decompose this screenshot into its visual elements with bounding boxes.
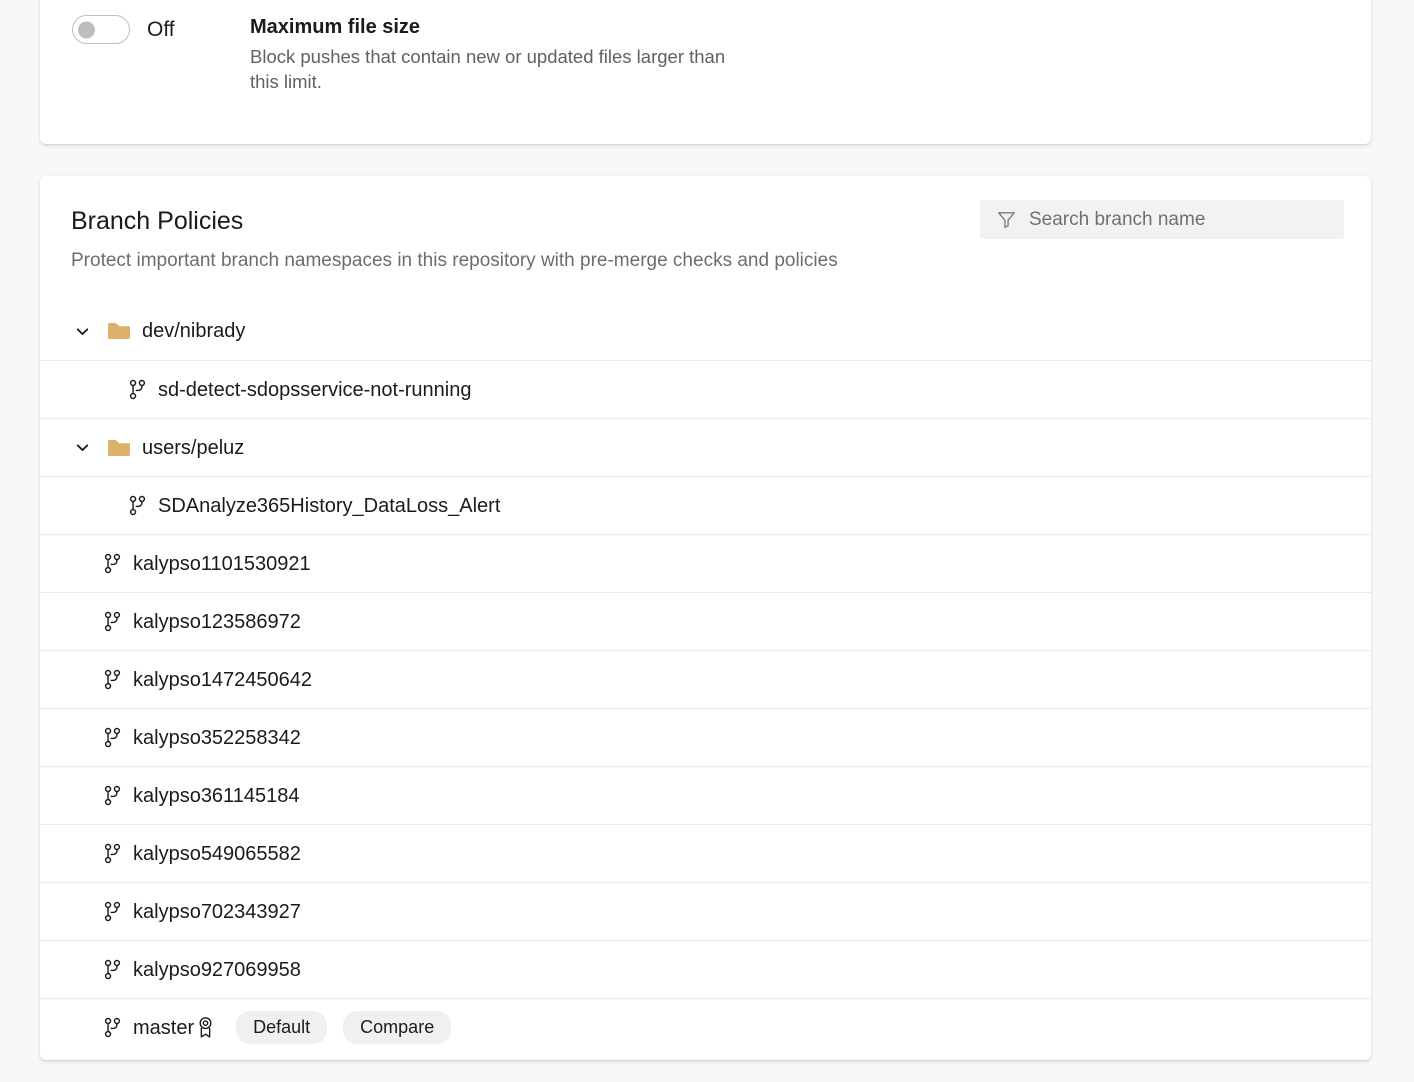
branch-label: kalypso123586972 [133,610,301,634]
max-file-size-card: Off Maximum file size Block pushes that … [40,0,1371,144]
folder-icon [108,439,130,457]
search-branch-field[interactable] [980,200,1344,239]
compare-button[interactable]: Compare [343,1011,451,1044]
branch-label: master [133,1016,194,1040]
folder-label: users/peluz [142,436,244,460]
toggle-state-label: Off [147,15,175,44]
branch-policies-card: Branch Policies Protect important branch… [40,176,1371,1060]
branch-icon [103,959,122,980]
folder-row-users-peluz[interactable]: users/peluz [40,418,1371,476]
branch-label: sd-detect-sdopsservice-not-running [158,378,472,402]
branch-icon [128,379,147,400]
max-file-size-toggle[interactable] [72,15,130,44]
branch-icon [103,727,122,748]
branch-row-kalypso123586972[interactable]: kalypso123586972 [40,592,1371,650]
branch-row-kalypso702343927[interactable]: kalypso702343927 [40,882,1371,940]
branch-label: kalypso549065582 [133,842,301,866]
branch-icon [103,843,122,864]
medal-icon [197,1016,214,1039]
branch-icon [103,901,122,922]
branch-row-master[interactable]: master Default Compare [40,998,1371,1056]
branch-label: kalypso361145184 [133,784,299,808]
default-badge[interactable]: Default [236,1011,327,1044]
max-file-size-title: Maximum file size [250,14,728,40]
branch-label: kalypso1472450642 [133,668,312,692]
branch-icon [103,553,122,574]
branch-label: kalypso1101530921 [133,552,311,576]
branch-row-kalypso352258342[interactable]: kalypso352258342 [40,708,1371,766]
branch-label: kalypso352258342 [133,726,301,750]
branch-icon [103,611,122,632]
branch-policies-header: Branch Policies Protect important branch… [40,176,1371,302]
chevron-down-icon[interactable] [71,437,93,459]
branch-row-sd-detect[interactable]: sd-detect-sdopsservice-not-running [40,360,1371,418]
branch-row-kalypso1472450642[interactable]: kalypso1472450642 [40,650,1371,708]
max-file-size-text: Maximum file size Block pushes that cont… [250,14,728,94]
max-file-size-toggle-group: Off [72,14,250,44]
branch-icon [103,1017,122,1038]
branch-label: SDAnalyze365History_DataLoss_Alert [158,494,500,518]
settings-page: Off Maximum file size Block pushes that … [0,0,1414,1082]
folder-label: dev/nibrady [142,319,245,343]
folder-row-dev-nibrady[interactable]: dev/nibrady [40,302,1371,360]
toggle-knob [78,21,95,38]
branch-icon [103,785,122,806]
branch-policies-list: dev/nibrady sd-detect-sdopsservice-not-r… [40,302,1371,1056]
filter-icon [996,209,1017,230]
folder-icon [108,322,130,340]
branch-label: kalypso702343927 [133,900,301,924]
branch-icon [128,495,147,516]
branch-policies-title: Branch Policies [71,206,243,236]
branch-label: kalypso927069958 [133,958,301,982]
branch-row-kalypso1101530921[interactable]: kalypso1101530921 [40,534,1371,592]
branch-row-sdanalyze365history[interactable]: SDAnalyze365History_DataLoss_Alert [40,476,1371,534]
search-input[interactable] [1029,209,1319,231]
branch-policies-description: Protect important branch namespaces in t… [71,248,838,274]
max-file-size-setting-row: Off Maximum file size Block pushes that … [72,14,728,94]
chevron-down-icon[interactable] [71,320,93,342]
branch-row-kalypso549065582[interactable]: kalypso549065582 [40,824,1371,882]
branch-icon [103,669,122,690]
branch-row-kalypso927069958[interactable]: kalypso927069958 [40,940,1371,998]
max-file-size-description: Block pushes that contain new or updated… [250,44,728,94]
branch-row-kalypso361145184[interactable]: kalypso361145184 [40,766,1371,824]
